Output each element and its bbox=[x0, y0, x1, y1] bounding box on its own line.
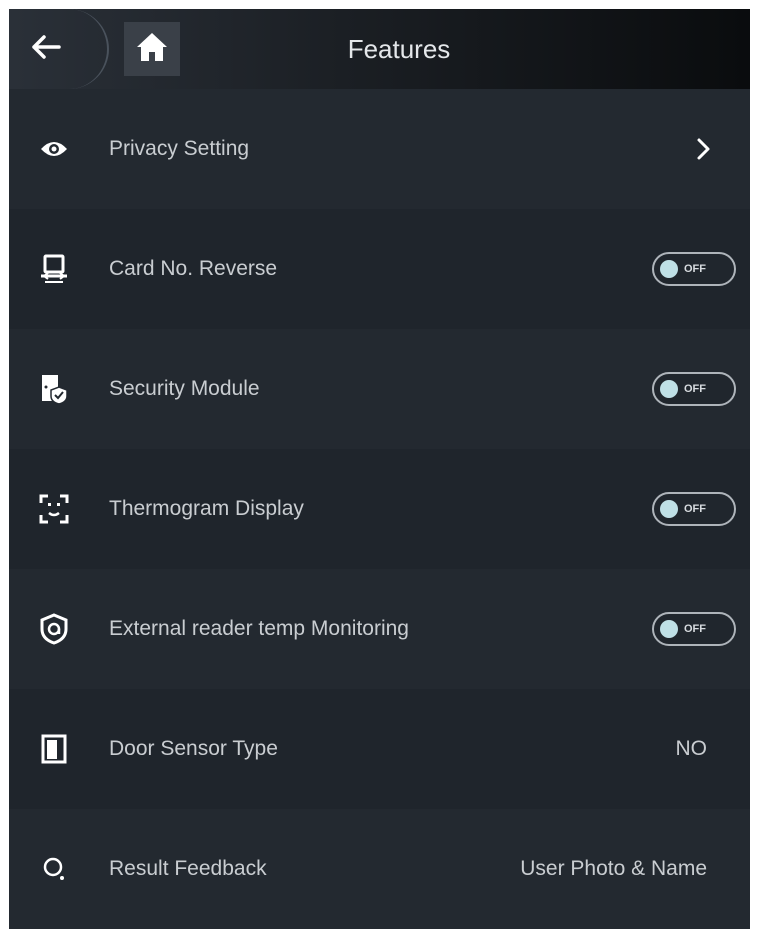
card-no-reverse-toggle[interactable]: OFF bbox=[652, 252, 736, 286]
home-button[interactable] bbox=[124, 22, 180, 76]
toggle-knob bbox=[660, 380, 678, 398]
external-reader-temp-row: External reader temp Monitoring OFF bbox=[9, 569, 750, 689]
card-no-reverse-row: Card No. Reverse OFF bbox=[9, 209, 750, 329]
external-reader-temp-toggle[interactable]: OFF bbox=[652, 612, 736, 646]
toggle-state: OFF bbox=[684, 623, 706, 635]
thermogram-display-toggle[interactable]: OFF bbox=[652, 492, 736, 526]
feedback-icon bbox=[37, 852, 71, 886]
chevron-right-icon bbox=[692, 134, 716, 164]
toggle-knob bbox=[660, 620, 678, 638]
thermogram-display-row: Thermogram Display OFF bbox=[9, 449, 750, 569]
features-screen: Features Privacy Setting Card No. Revers… bbox=[9, 9, 750, 929]
row-label: Card No. Reverse bbox=[109, 257, 278, 280]
door-sensor-type-row[interactable]: Door Sensor Type NO bbox=[9, 689, 750, 809]
row-label: Result Feedback bbox=[109, 857, 267, 880]
page-title: Features bbox=[347, 34, 451, 64]
privacy-setting-row[interactable]: Privacy Setting bbox=[9, 89, 750, 209]
row-label: Security Module bbox=[109, 377, 260, 400]
security-module-row: Security Module OFF bbox=[9, 329, 750, 449]
result-feedback-value: User Photo & Name bbox=[520, 857, 707, 880]
result-feedback-row[interactable]: Result Feedback User Photo & Name bbox=[9, 809, 750, 929]
arrow-left-icon bbox=[31, 34, 61, 65]
back-button[interactable] bbox=[9, 9, 109, 89]
security-module-icon bbox=[37, 372, 71, 406]
row-label: Thermogram Display bbox=[109, 497, 304, 520]
toggle-state: OFF bbox=[684, 263, 706, 275]
row-label: Door Sensor Type bbox=[109, 737, 278, 760]
home-icon bbox=[135, 31, 169, 68]
toggle-knob bbox=[660, 500, 678, 518]
door-sensor-value: NO bbox=[675, 737, 708, 760]
header-bar: Features bbox=[9, 9, 750, 89]
row-label: Privacy Setting bbox=[109, 137, 250, 160]
settings-list: Privacy Setting Card No. Reverse OFF Sec… bbox=[9, 89, 750, 929]
eye-icon bbox=[37, 132, 71, 166]
toggle-knob bbox=[660, 260, 678, 278]
toggle-state: OFF bbox=[684, 503, 706, 515]
face-scan-icon bbox=[37, 492, 71, 526]
shield-temp-icon bbox=[37, 612, 71, 646]
security-module-toggle[interactable]: OFF bbox=[652, 372, 736, 406]
door-icon bbox=[37, 732, 71, 766]
row-label: External reader temp Monitoring bbox=[109, 617, 409, 640]
toggle-state: OFF bbox=[684, 383, 706, 395]
card-reverse-icon bbox=[37, 252, 71, 286]
